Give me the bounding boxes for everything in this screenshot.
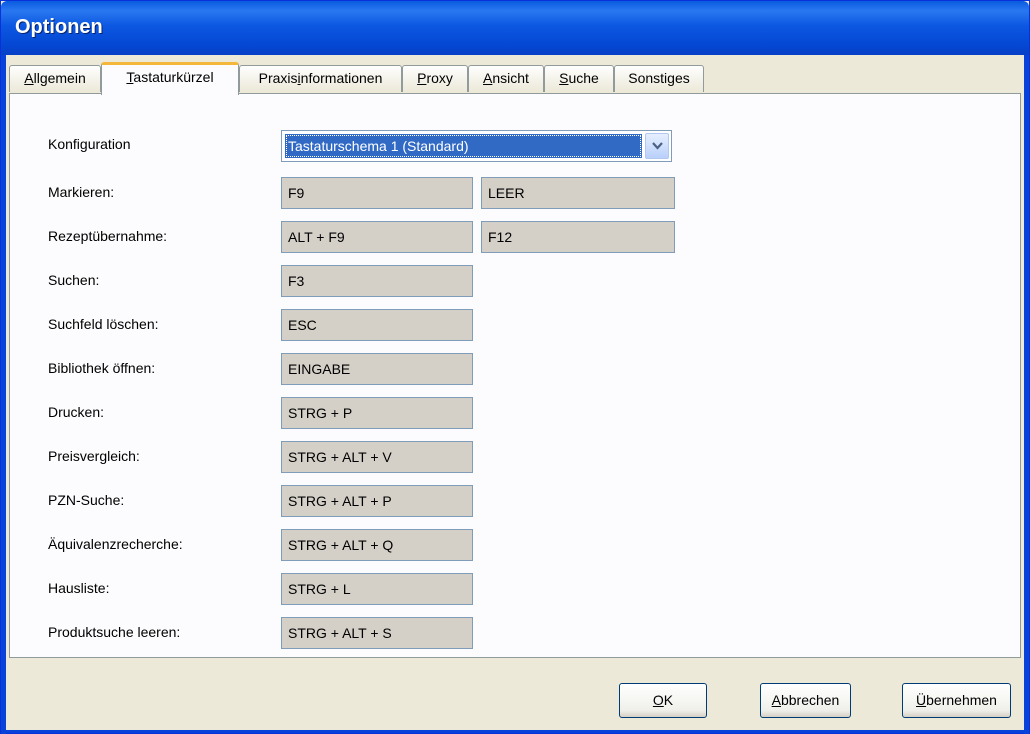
shortcut-key-secondary[interactable]: LEER: [481, 177, 675, 209]
shortcut-key-primary[interactable]: STRG + ALT + Q: [281, 529, 473, 561]
apply-button[interactable]: Übernehmen: [902, 683, 1011, 718]
chevron-down-icon: [652, 142, 663, 150]
shortcut-label: PZN-Suche:: [48, 492, 125, 508]
tab-label-part: llgemein: [33, 70, 86, 86]
button-label-part: bbrechen: [780, 692, 840, 708]
button-accesskey: Ü: [916, 692, 927, 708]
tab-ansicht[interactable]: Ansicht: [468, 65, 544, 92]
shortcut-label: Äquivalenzrecherche:: [48, 536, 183, 552]
button-label-part: bernehmen: [926, 692, 997, 708]
tab-label-part: Praxis: [258, 70, 298, 86]
options-dialog: Optionen Allgemein Tastaturkürzel Praxis…: [0, 0, 1030, 734]
shortcut-key-primary[interactable]: ESC: [281, 309, 473, 341]
shortcut-key-primary[interactable]: ALT + F9: [281, 221, 473, 253]
tab-accesskey: A: [483, 70, 493, 86]
shortcut-key-primary[interactable]: STRG + ALT + P: [281, 485, 473, 517]
dropdown-button[interactable]: [645, 133, 669, 159]
tab-allgemein[interactable]: Allgemein: [9, 65, 101, 92]
tab-suche[interactable]: Suche: [544, 65, 614, 92]
config-select[interactable]: Tastaturschema 1 (Standard): [281, 130, 672, 162]
shortcut-key-secondary[interactable]: F12: [481, 221, 675, 253]
shortcut-key-primary[interactable]: STRG + ALT + V: [281, 441, 473, 473]
config-label: Konfiguration: [48, 136, 131, 152]
button-bar: OK Abbrechen Übernehmen: [9, 658, 1021, 730]
window-title: Optionen: [15, 16, 103, 38]
shortcut-key-primary[interactable]: STRG + P: [281, 397, 473, 429]
tab-strip: Allgemein Tastaturkürzel Praxisinformati…: [9, 62, 1019, 95]
tab-praxisinformationen[interactable]: Praxisinformationen: [239, 65, 402, 92]
config-select-value: Tastaturschema 1 (Standard): [285, 134, 642, 158]
tab-label-part: Sonstiges: [628, 70, 690, 86]
ok-button[interactable]: OK: [619, 683, 707, 718]
tab-label-part: uche: [568, 70, 599, 86]
shortcut-label: Suchfeld löschen:: [48, 316, 159, 332]
button-accesskey: A: [771, 692, 781, 708]
tab-accesskey: A: [24, 70, 34, 86]
window-border-bottom: [1, 730, 1029, 733]
button-accesskey: O: [652, 692, 664, 708]
shortcut-key-primary[interactable]: STRG + L: [281, 573, 473, 605]
shortcut-key-primary[interactable]: EINGABE: [281, 353, 473, 385]
button-label-part: K: [663, 692, 674, 708]
shortcut-key-primary[interactable]: STRG + ALT + S: [281, 617, 473, 649]
shortcut-label: Markieren:: [48, 184, 115, 200]
shortcut-label: Produktsuche leeren:: [48, 624, 181, 640]
window-border-right: [1024, 55, 1029, 734]
shortcut-label: Drucken:: [48, 404, 105, 420]
window-border-left: [1, 55, 6, 734]
tab-proxy[interactable]: Proxy: [402, 65, 468, 92]
shortcut-label: Hausliste:: [48, 580, 110, 596]
shortcut-key-primary[interactable]: F3: [281, 265, 473, 297]
tab-label-part: nformationen: [300, 70, 383, 86]
tab-label-part: nsicht: [492, 70, 529, 86]
tab-label-part: roxy: [426, 70, 453, 86]
shortcut-label: Suchen:: [48, 272, 100, 288]
tab-panel-tastaturkuerzel: Konfiguration Tastaturschema 1 (Standard…: [9, 93, 1021, 658]
shortcut-label: Preisvergleich:: [48, 448, 140, 464]
title-bar[interactable]: Optionen: [1, 1, 1029, 55]
tab-tastaturkuerzel[interactable]: Tastaturkürzel: [101, 62, 239, 95]
tab-sonstiges[interactable]: Sonstiges: [614, 65, 704, 92]
shortcut-label: Rezeptübernahme:: [48, 228, 168, 244]
tab-label-part: astaturkürzel: [133, 69, 214, 85]
shortcut-key-primary[interactable]: F9: [281, 177, 473, 209]
cancel-button[interactable]: Abbrechen: [760, 683, 851, 718]
shortcut-label: Bibliothek öffnen:: [48, 360, 156, 376]
